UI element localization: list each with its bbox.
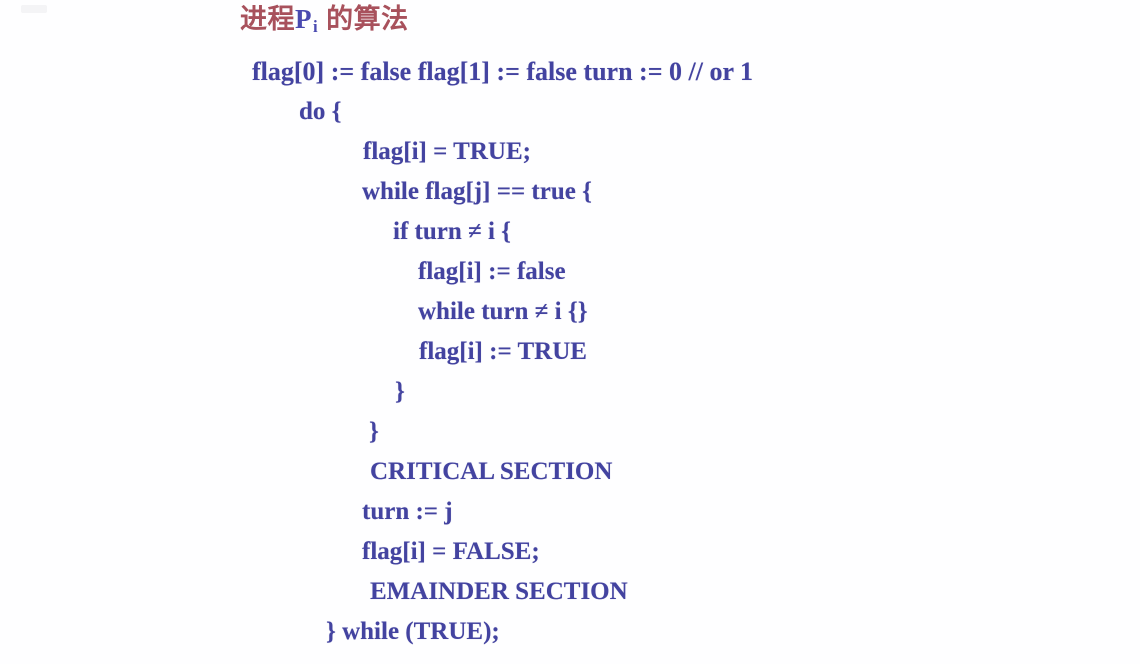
- code-line: CRITICAL SECTION: [370, 458, 613, 485]
- code-line: } while (TRUE);: [326, 618, 500, 645]
- code-line: flag[i] := TRUE: [419, 338, 587, 365]
- page-title-suffix: 的算法: [326, 4, 409, 35]
- slide-canvas: 进程Pi 的算法 flag[0] := false flag[1] := fals…: [0, 0, 1140, 664]
- code-line: while flag[j] == true {: [362, 178, 592, 205]
- page-title-variable-letter: P: [295, 4, 312, 34]
- code-line: turn := j: [362, 498, 453, 525]
- code-line: flag[i] = FALSE;: [362, 538, 540, 565]
- code-line: flag[0] := false flag[1] := false turn :…: [252, 57, 754, 86]
- page-title-variable: Pi: [295, 4, 319, 36]
- page-title-variable-subscript: i: [313, 17, 319, 36]
- page-title: 进程Pi 的算法: [240, 3, 409, 37]
- code-line: flag[i] = TRUE;: [363, 138, 531, 165]
- code-line: }: [395, 378, 405, 405]
- code-line: while turn ≠ i {}: [418, 298, 588, 325]
- code-line: do {: [299, 98, 342, 125]
- page-title-prefix: 进程: [240, 4, 295, 35]
- code-line: if turn ≠ i {: [393, 218, 512, 245]
- algorithm-code-block: flag[0] := false flag[1] := false turn :…: [0, 52, 1140, 652]
- code-line: }: [369, 418, 379, 445]
- code-line: flag[i] := false: [418, 258, 566, 285]
- code-line: EMAINDER SECTION: [370, 578, 628, 605]
- corner-artifact: [21, 5, 47, 13]
